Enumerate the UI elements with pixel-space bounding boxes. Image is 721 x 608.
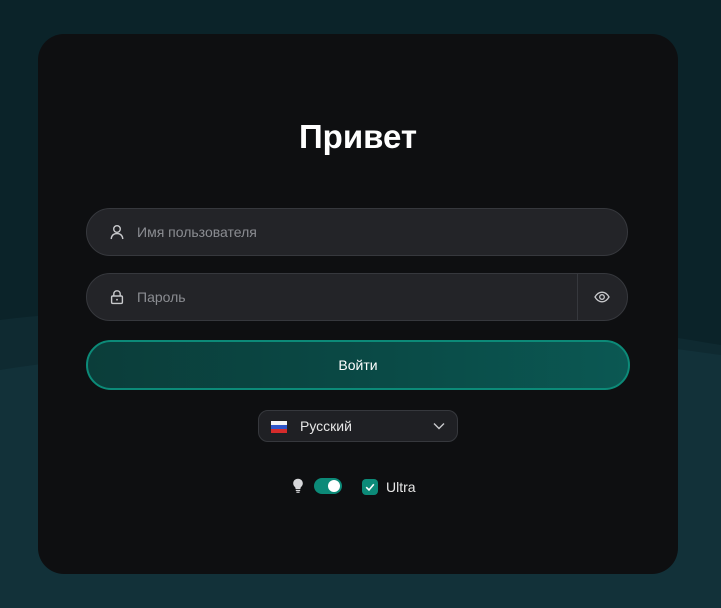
username-input[interactable] (137, 209, 517, 255)
ultra-label: Ultra (386, 479, 416, 495)
show-password-button[interactable] (577, 274, 627, 320)
username-field[interactable] (86, 208, 628, 256)
user-icon (110, 225, 124, 240)
lightbulb-icon (293, 478, 303, 493)
lock-icon (110, 290, 124, 305)
language-select[interactable]: Русский (258, 410, 458, 442)
ru-flag-icon (271, 421, 287, 433)
eye-icon (594, 291, 610, 303)
password-field[interactable] (86, 273, 628, 321)
ultra-checkbox[interactable] (362, 479, 378, 495)
chevron-down-icon (433, 423, 445, 430)
password-input[interactable] (137, 274, 517, 320)
login-card: Привет Войти Русский (38, 34, 678, 574)
login-button[interactable]: Войти (86, 340, 630, 390)
language-label: Русский (300, 418, 352, 434)
toggle-knob (328, 480, 340, 492)
check-icon (365, 483, 375, 492)
hints-toggle[interactable] (314, 478, 342, 494)
page-title: Привет (298, 118, 418, 155)
